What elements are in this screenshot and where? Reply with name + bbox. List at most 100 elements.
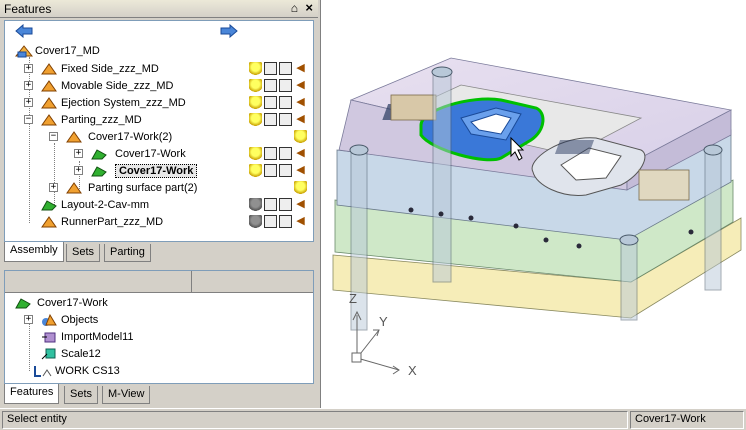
y-axis-label: Y bbox=[379, 314, 388, 329]
tree-row[interactable]: + Fixed Side_zzz_MD ◀ bbox=[5, 61, 313, 78]
tree-row[interactable]: + Cover17-Work ◀ bbox=[5, 146, 313, 163]
tab-parting[interactable]: Parting bbox=[104, 244, 151, 262]
display-mode-icon[interactable] bbox=[264, 198, 277, 211]
anchor-icon[interactable]: ◀ bbox=[294, 147, 307, 160]
visibility-on-icon[interactable] bbox=[249, 62, 262, 75]
display-mode-icon[interactable] bbox=[279, 147, 292, 160]
expand-icon[interactable]: + bbox=[74, 166, 83, 175]
visibility-on-icon[interactable] bbox=[249, 79, 262, 92]
display-mode-icon[interactable] bbox=[279, 62, 292, 75]
expand-icon[interactable]: + bbox=[74, 149, 83, 158]
visibility-on-icon[interactable] bbox=[249, 147, 262, 160]
tree-row[interactable]: Cover17_MD bbox=[5, 43, 313, 60]
display-mode-icon[interactable] bbox=[264, 96, 277, 109]
visibility-on-icon[interactable] bbox=[249, 113, 262, 126]
display-mode-icon[interactable] bbox=[279, 96, 292, 109]
feature-icon bbox=[41, 347, 57, 361]
tree-row[interactable]: + Cover17-Work ◀ bbox=[5, 163, 313, 180]
tree-row[interactable]: + Parting surface part(2) bbox=[5, 180, 313, 197]
application-window: Features ⌂ × Cover17_MD + Fixed Side_zzz_M… bbox=[0, 0, 746, 430]
visibility-on-icon[interactable] bbox=[249, 164, 262, 177]
tab-sets[interactable]: Sets bbox=[66, 244, 101, 262]
tree-row-label: Cover17-Work(2) bbox=[88, 131, 173, 143]
anchor-icon[interactable]: ◀ bbox=[294, 198, 307, 211]
display-mode-icon[interactable] bbox=[279, 198, 292, 211]
tab-strip-top: Assembly Sets Parting bbox=[4, 242, 314, 262]
tab-assembly[interactable]: Assembly bbox=[4, 242, 64, 262]
display-mode-icon[interactable] bbox=[279, 113, 292, 126]
display-mode-icon[interactable] bbox=[264, 164, 277, 177]
assembly-icon bbox=[66, 181, 82, 195]
visibility-off-icon[interactable] bbox=[249, 198, 262, 211]
x-axis-label: X bbox=[408, 363, 417, 378]
anchor-icon[interactable]: ◀ bbox=[294, 62, 307, 75]
back-arrow-icon[interactable] bbox=[15, 23, 33, 39]
anchor-icon[interactable]: ◀ bbox=[294, 164, 307, 177]
visibility-off-icon[interactable] bbox=[249, 215, 262, 228]
expand-icon[interactable]: + bbox=[24, 315, 33, 324]
display-mode-icon[interactable] bbox=[279, 79, 292, 92]
visibility-on-icon[interactable] bbox=[249, 96, 262, 109]
tab-m-view[interactable]: M-View bbox=[102, 386, 151, 404]
forward-arrow-icon[interactable] bbox=[220, 23, 238, 39]
anchor-icon[interactable]: ◀ bbox=[294, 96, 307, 109]
feature-icon bbox=[41, 330, 57, 344]
row-status-icons bbox=[292, 181, 307, 195]
anchor-icon[interactable]: ◀ bbox=[294, 215, 307, 228]
feature-row[interactable]: Scale12 bbox=[5, 346, 313, 363]
part-icon bbox=[91, 147, 107, 161]
display-mode-icon[interactable] bbox=[264, 113, 277, 126]
feature-row[interactable]: ImportModel11 bbox=[5, 329, 313, 346]
row-status-icons bbox=[292, 130, 307, 144]
status-active-part: Cover17-Work bbox=[630, 411, 744, 429]
tab-features[interactable]: Features bbox=[4, 384, 60, 404]
display-mode-icon[interactable] bbox=[279, 164, 292, 177]
assembly-icon bbox=[41, 62, 57, 76]
part-icon bbox=[41, 198, 57, 212]
feature-row[interactable]: Cover17-Work bbox=[5, 295, 313, 312]
tree-row[interactable]: + Movable Side_zzz_MD ◀ bbox=[5, 78, 313, 95]
display-mode-icon[interactable] bbox=[264, 215, 277, 228]
display-mode-icon[interactable] bbox=[264, 147, 277, 160]
tree-nav-bar bbox=[5, 21, 313, 43]
feature-row-label: ImportModel11 bbox=[61, 331, 134, 343]
tree-row[interactable]: RunnerPart_zzz_MD ◀ bbox=[5, 214, 313, 231]
assembly-tree[interactable]: Cover17_MD + Fixed Side_zzz_MD ◀ + Movable Si… bbox=[4, 20, 314, 242]
part-icon bbox=[91, 164, 107, 178]
feature-row[interactable]: + Objects bbox=[5, 312, 313, 329]
tree-row[interactable]: + Ejection System_zzz_MD ◀ bbox=[5, 95, 313, 112]
anchor-icon[interactable]: ◀ bbox=[294, 113, 307, 126]
feature-row-label: WORK CS13 bbox=[55, 365, 120, 377]
feature-row[interactable]: WORK CS13 bbox=[5, 363, 313, 380]
expand-icon[interactable]: + bbox=[24, 98, 33, 107]
tree-row-label: Fixed Side_zzz_MD bbox=[61, 63, 159, 75]
display-mode-icon[interactable] bbox=[264, 62, 277, 75]
tree-row-label: Movable Side_zzz_MD bbox=[61, 80, 174, 92]
collapse-icon[interactable]: − bbox=[24, 115, 33, 124]
pin-icon[interactable]: ⌂ bbox=[291, 1, 298, 15]
assembly-icon bbox=[41, 79, 57, 93]
tree-row[interactable]: − Cover17-Work(2) bbox=[5, 129, 313, 146]
collapse-icon[interactable]: − bbox=[49, 132, 58, 141]
assembly-icon bbox=[66, 130, 82, 144]
expand-icon[interactable]: + bbox=[24, 81, 33, 90]
tree-row-label: Ejection System_zzz_MD bbox=[61, 97, 186, 109]
expand-icon[interactable]: + bbox=[49, 183, 58, 192]
3d-viewport[interactable]: Z Y X bbox=[320, 0, 746, 408]
anchor-icon[interactable]: ◀ bbox=[294, 79, 307, 92]
expand-icon[interactable]: + bbox=[24, 64, 33, 73]
tree-row[interactable]: Layout-2-Cav-mm ◀ bbox=[5, 197, 313, 214]
mold-assembly-drawing bbox=[332, 57, 742, 375]
row-status-icons: ◀ bbox=[247, 147, 307, 161]
visibility-on-icon[interactable] bbox=[294, 181, 307, 194]
display-mode-icon[interactable] bbox=[279, 215, 292, 228]
tab-sets-2[interactable]: Sets bbox=[64, 386, 99, 404]
feature-icon bbox=[33, 364, 52, 378]
status-bar: Select entity Cover17-Work bbox=[0, 408, 746, 430]
visibility-on-icon[interactable] bbox=[294, 130, 307, 143]
display-mode-icon[interactable] bbox=[264, 79, 277, 92]
tree-row[interactable]: − Parting_zzz_MD ◀ bbox=[5, 112, 313, 129]
feature-tree[interactable]: Cover17-Work + Objects ImportModel11 Scale12… bbox=[4, 270, 314, 384]
close-icon[interactable]: × bbox=[305, 0, 313, 15]
assembly-icon bbox=[41, 113, 57, 127]
